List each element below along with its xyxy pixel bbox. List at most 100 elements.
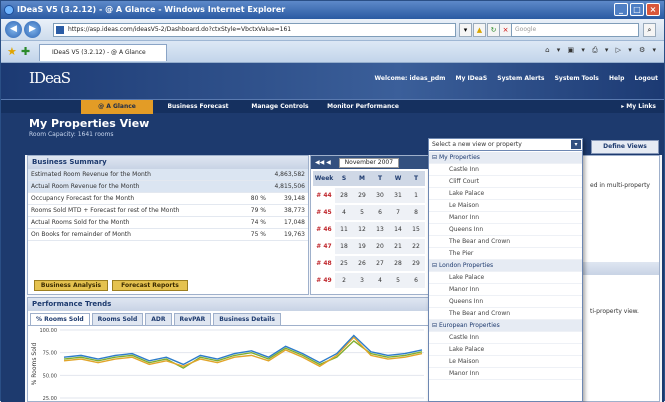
search-input[interactable]: Google xyxy=(511,23,639,37)
calendar-day[interactable]: 31 xyxy=(389,188,407,203)
calendar-day[interactable]: 26 xyxy=(353,256,371,271)
dropdown-option[interactable]: Le Maison xyxy=(429,200,582,212)
calendar-day[interactable]: 29 xyxy=(407,256,425,271)
dropdown-option[interactable]: Manor Inn xyxy=(429,284,582,296)
collapse-icon[interactable]: ⊟ xyxy=(432,322,439,329)
dropdown-option[interactable]: The Pier xyxy=(429,248,582,260)
menu-business-forecast[interactable]: Business Forecast xyxy=(157,100,239,114)
calendar-day[interactable]: 3 xyxy=(353,273,371,288)
lock-icon[interactable]: ▲ xyxy=(473,23,486,37)
dropdown-option[interactable]: Manor Inn xyxy=(429,212,582,224)
menu-manage-controls[interactable]: Manage Controls xyxy=(241,100,319,114)
calendar-week-number[interactable]: # 46 xyxy=(313,222,335,237)
maximize-button[interactable]: □ xyxy=(630,3,644,16)
calendar-day[interactable]: 19 xyxy=(353,239,371,254)
add-favorite-icon[interactable]: ✚ xyxy=(21,45,30,58)
dropdown-group[interactable]: ⊟ My Properties xyxy=(429,152,582,164)
tab-rooms-sold[interactable]: Rooms Sold xyxy=(91,313,144,325)
tab-pct-rooms-sold[interactable]: % Rooms Sold xyxy=(30,313,90,325)
link-system-tools[interactable]: System Tools xyxy=(555,75,599,82)
row-label: Actual Rooms Sold for the Month xyxy=(31,219,130,226)
calendar-month[interactable]: November 2007 xyxy=(338,157,400,168)
favicon-icon xyxy=(56,26,64,34)
dropdown-icon[interactable]: ▾ xyxy=(459,23,472,37)
calendar-day[interactable]: 11 xyxy=(335,222,353,237)
calendar-day[interactable]: 6 xyxy=(407,273,425,288)
calendar-week-number[interactable]: # 44 xyxy=(313,188,335,203)
calendar-day[interactable]: 8 xyxy=(407,205,425,220)
calendar-day[interactable]: 6 xyxy=(371,205,389,220)
tab-adr[interactable]: ADR xyxy=(145,313,172,325)
calendar-day[interactable]: 22 xyxy=(407,239,425,254)
favorites-star-icon[interactable]: ★ xyxy=(7,45,17,58)
dropdown-group-label: European Properties xyxy=(438,322,500,329)
calendar-day[interactable]: 5 xyxy=(389,273,407,288)
calendar-day[interactable]: 7 xyxy=(389,205,407,220)
link-my-ideas[interactable]: My IDeaS xyxy=(456,75,488,82)
calendar-day[interactable]: 15 xyxy=(407,222,425,237)
calendar-day[interactable]: 12 xyxy=(353,222,371,237)
calendar-week-number[interactable]: # 45 xyxy=(313,205,335,220)
calendar-week-number[interactable]: # 49 xyxy=(313,273,335,288)
calendar-week-number[interactable]: # 47 xyxy=(313,239,335,254)
dropdown-option[interactable]: Lake Palace xyxy=(429,272,582,284)
dropdown-option[interactable]: The Bear and Crown xyxy=(429,236,582,248)
chevron-down-icon[interactable]: ▾ xyxy=(571,140,581,149)
collapse-icon[interactable]: ⊟ xyxy=(432,262,439,269)
my-links[interactable]: ▸ My Links xyxy=(621,100,656,114)
calendar-day[interactable]: 27 xyxy=(371,256,389,271)
dropdown-group[interactable]: ⊟ London Properties xyxy=(429,260,582,272)
collapse-icon[interactable]: ⊟ xyxy=(432,154,439,161)
property-select[interactable]: Select a new view or property ▾ xyxy=(428,138,583,151)
dropdown-option[interactable]: Queens Inn xyxy=(429,296,582,308)
command-bar[interactable]: ⌂ ▾ ▣ ▾ ⎙ ▾ ▷ ▾ ⚙ ▾ xyxy=(545,46,656,55)
search-icon[interactable]: ⌕ xyxy=(643,23,656,37)
browser-tab[interactable]: IDeaS V5 (3.2.12) - @ A Glance xyxy=(39,44,167,61)
calendar-week-number[interactable]: # 48 xyxy=(313,256,335,271)
link-system-alerts[interactable]: System Alerts xyxy=(497,75,544,82)
calendar-day[interactable]: 25 xyxy=(335,256,353,271)
menu-monitor-performance[interactable]: Monitor Performance xyxy=(321,100,405,114)
calendar-day[interactable]: 1 xyxy=(407,188,425,203)
link-logout[interactable]: Logout xyxy=(634,75,658,82)
url-field[interactable]: https://asp.ideas.com/ideasV5-2/Dashboar… xyxy=(53,23,456,37)
calendar-day[interactable]: 20 xyxy=(371,239,389,254)
dropdown-group[interactable]: ⊟ European Properties xyxy=(429,320,582,332)
menu-at-a-glance[interactable]: @ A Glance xyxy=(81,100,153,114)
row-label: Occupancy Forecast for the Month xyxy=(31,195,135,202)
tab-revpar[interactable]: RevPAR xyxy=(173,313,212,325)
dropdown-option[interactable]: Lake Palace xyxy=(429,344,582,356)
forward-icon[interactable]: ▶ xyxy=(24,21,41,38)
business-analysis-button[interactable]: Business Analysis xyxy=(34,280,108,291)
forecast-reports-button[interactable]: Forecast Reports xyxy=(112,280,188,291)
calendar-day[interactable]: 14 xyxy=(389,222,407,237)
calendar-day[interactable]: 18 xyxy=(335,239,353,254)
dropdown-option[interactable]: Le Maison xyxy=(429,356,582,368)
define-views-button[interactable]: Define Views xyxy=(591,140,659,154)
calendar-day[interactable]: 4 xyxy=(335,205,353,220)
dropdown-option[interactable]: The Bear and Crown xyxy=(429,308,582,320)
calendar-day[interactable]: 28 xyxy=(389,256,407,271)
calendar-day[interactable]: 2 xyxy=(335,273,353,288)
minimize-button[interactable]: _ xyxy=(614,3,628,16)
calendar-day[interactable]: 28 xyxy=(335,188,353,203)
calendar-day[interactable]: 21 xyxy=(389,239,407,254)
back-icon[interactable]: ◀ xyxy=(5,21,22,38)
dropdown-option[interactable]: Castle Inn xyxy=(429,332,582,344)
link-help[interactable]: Help xyxy=(609,75,624,82)
calendar-prev-icon[interactable]: ◀◀ ◀ xyxy=(315,159,331,166)
calendar-day[interactable]: 5 xyxy=(353,205,371,220)
dropdown-option[interactable]: Cliff Court xyxy=(429,176,582,188)
calendar-day[interactable]: 4 xyxy=(371,273,389,288)
calendar-day[interactable]: 13 xyxy=(371,222,389,237)
calendar-day[interactable]: 29 xyxy=(353,188,371,203)
tab-business-details[interactable]: Business Details xyxy=(213,313,281,325)
url-text: https://asp.ideas.com/ideasV5-2/Dashboar… xyxy=(68,26,292,33)
dropdown-option[interactable]: Manor Inn xyxy=(429,368,582,380)
row-percent: 74 % xyxy=(250,219,266,226)
calendar-day[interactable]: 30 xyxy=(371,188,389,203)
dropdown-option[interactable]: Castle Inn xyxy=(429,164,582,176)
close-button[interactable]: × xyxy=(646,3,660,16)
dropdown-option[interactable]: Lake Palace xyxy=(429,188,582,200)
dropdown-option[interactable]: Queens Inn xyxy=(429,224,582,236)
